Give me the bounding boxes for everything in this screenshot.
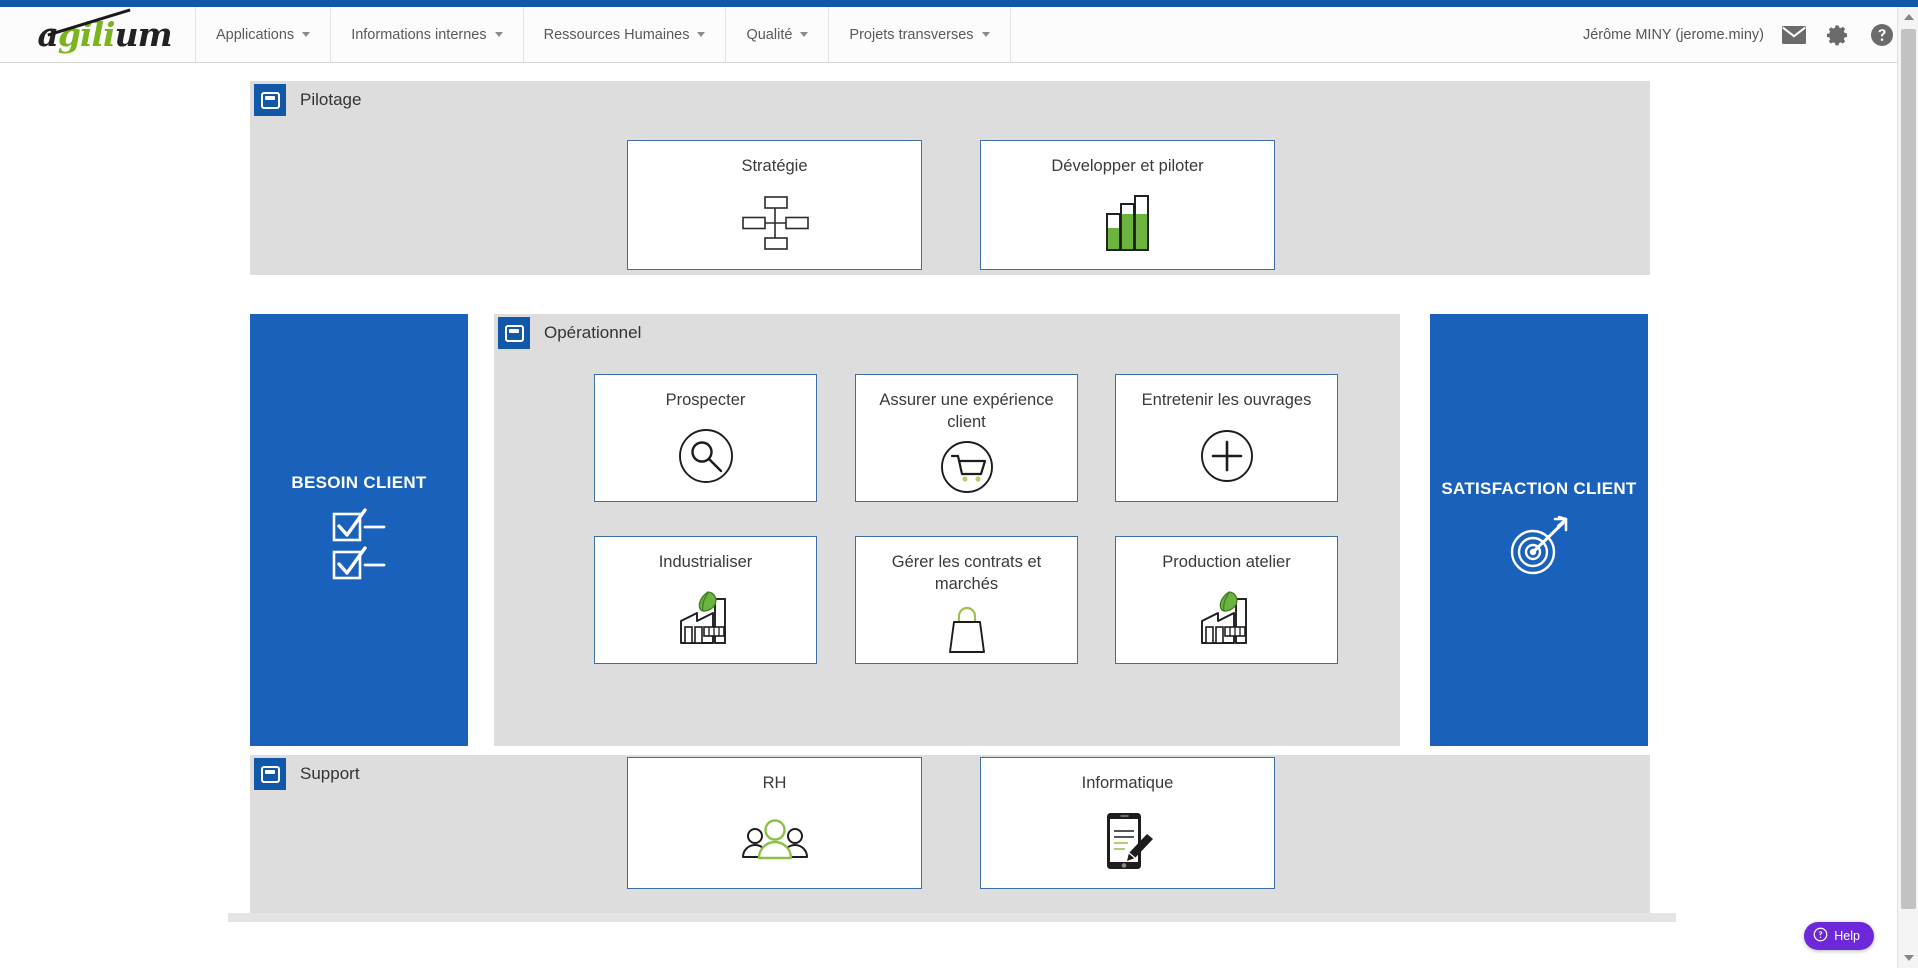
card-prospecter[interactable]: Prospecter [594,374,817,502]
section-support-title: Support [300,764,360,784]
section-operationnel-header: Opérationnel [498,317,641,349]
scroll-down-arrow-icon[interactable] [1898,948,1918,968]
factory-leaf-icon [595,573,816,663]
card-title: Assurer une expérience client [865,389,1068,434]
card-title: Industrialiser [604,551,807,573]
current-user-label: Jérôme MINY (jerome.miny) [1583,27,1764,43]
card-strategie[interactable]: Stratégie [627,140,922,270]
nav-item-applications[interactable]: Applications [195,7,330,63]
section-pilotage [250,81,1650,275]
scroll-up-arrow-icon[interactable] [1898,7,1918,27]
nav-item-label: Qualité [746,27,792,43]
plus-circle-icon [1116,411,1337,501]
chevron-down-icon [982,32,990,37]
card-title: Production atelier [1125,551,1328,573]
section-support-header: Support [254,758,360,790]
shopping-bag-icon [856,596,1077,663]
target-arrow-icon [1503,514,1575,583]
horizontal-scrollbar[interactable] [228,913,1676,922]
gear-icon[interactable] [1824,21,1852,49]
section-operationnel-title: Opérationnel [544,323,641,343]
card-title: Gérer les contrats et marchés [865,551,1068,596]
mail-icon[interactable] [1780,21,1808,49]
question-circle-icon [1813,927,1828,945]
section-pilotage-header: Pilotage [254,84,361,116]
card-developper-et-piloter[interactable]: Développer et piloter [980,140,1275,270]
people-group-icon [628,794,921,888]
card-title: Informatique [993,772,1263,794]
nav-item-informations-internes[interactable]: Informations internes [330,7,522,63]
nav-item-label: Ressources Humaines [544,27,690,43]
panel-besoin-client[interactable]: BESOIN CLIENT [250,314,468,746]
help-button[interactable]: Help [1804,922,1874,950]
chevron-down-icon [495,32,503,37]
section-pilotage-title: Pilotage [300,90,361,110]
chevron-down-icon [697,32,705,37]
checklist-icon [328,508,390,589]
help-button-label: Help [1834,929,1860,943]
card-title: Stratégie [640,155,910,177]
shopping-cart-circle-icon [856,434,1077,501]
card-title: RH [640,772,910,794]
brand-logo-text-um: um [115,15,172,54]
org-chart-icon [628,177,921,269]
nav-item-label: Informations internes [351,27,486,43]
factory-leaf-icon [1116,573,1337,663]
app-window: agilium Applications Informations intern… [0,0,1918,968]
card-title: Prospecter [604,389,807,411]
section-window-icon[interactable] [498,317,530,349]
vertical-scrollbar-thumb[interactable] [1901,29,1916,909]
nav-item-ressources-humaines[interactable]: Ressources Humaines [523,7,726,63]
chevron-down-icon [302,32,310,37]
nav-right-group: Jérôme MINY (jerome.miny) [1583,21,1918,49]
card-title: Entretenir les ouvrages [1125,389,1328,411]
top-navigation-bar: agilium Applications Informations intern… [0,7,1918,63]
card-informatique[interactable]: Informatique [980,757,1275,889]
panel-title: BESOIN CLIENT [291,471,426,495]
card-rh[interactable]: RH [627,757,922,889]
nav-item-projets-transverses[interactable]: Projets transverses [828,7,1010,63]
brand-logo[interactable]: agilium [0,7,195,62]
section-window-icon[interactable] [254,84,286,116]
card-entretenir-les-ouvrages[interactable]: Entretenir les ouvrages [1115,374,1338,502]
card-gerer-les-contrats-et-marches[interactable]: Gérer les contrats et marchés [855,536,1078,664]
chevron-down-icon [800,32,808,37]
nav-menu: Applications Informations internes Resso… [195,7,1011,63]
horizontal-scrollbar-thumb[interactable] [228,913,1676,922]
magnifier-circle-icon [595,411,816,501]
nav-item-label: Applications [216,27,294,43]
card-assurer-une-experience-client[interactable]: Assurer une expérience client [855,374,1078,502]
panel-satisfaction-client[interactable]: SATISFACTION CLIENT [1430,314,1648,746]
nav-item-qualite[interactable]: Qualité [725,7,828,63]
nav-item-label: Projets transverses [849,27,973,43]
process-map-canvas: Pilotage Stratégie Développer et piloter [0,64,1897,939]
help-circle-icon[interactable] [1868,21,1896,49]
panel-title: SATISFACTION CLIENT [1441,477,1636,501]
card-title: Développer et piloter [993,155,1263,177]
section-window-icon[interactable] [254,758,286,790]
tablet-pen-icon [981,794,1274,888]
section-support [250,755,1650,920]
card-industrialiser[interactable]: Industrialiser [594,536,817,664]
vertical-scrollbar[interactable] [1897,7,1918,968]
card-production-atelier[interactable]: Production atelier [1115,536,1338,664]
bar-chart-icon [981,177,1274,269]
